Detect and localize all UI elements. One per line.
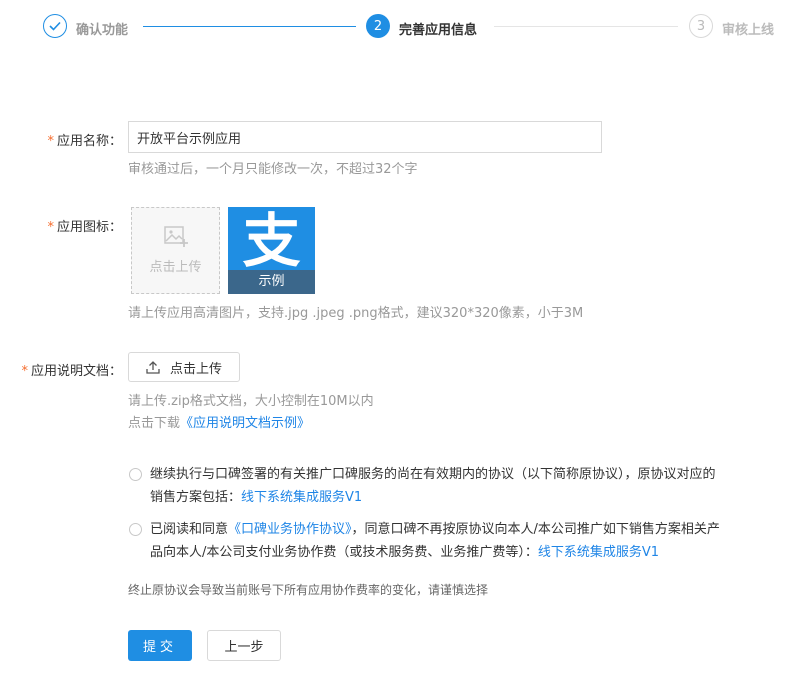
option-1-plan-link[interactable]: 线下系统集成服务V1 (241, 490, 362, 505)
alipay-logo-glyph: 支 (242, 207, 301, 275)
required-mark: * (47, 134, 54, 149)
step-connector (143, 26, 356, 27)
option-2-radio[interactable] (129, 523, 142, 536)
submit-button[interactable]: 提交 (128, 630, 192, 661)
app-name-hint: 审核通过后，一个月只能修改一次，不超过32个字 (128, 162, 418, 177)
app-doc-hint: 请上传.zip格式文档，大小控制在10M以内 (128, 394, 374, 409)
doc-sample-link[interactable]: 《应用说明文档示例》 (180, 416, 310, 431)
doc-download-line: 点击下载《应用说明文档示例》 (128, 412, 310, 431)
app-icon-label-text: 应用图标： (56, 220, 122, 235)
option-2-line2-prefix: 品向本人/本公司支付业务协作费（或技术服务费、业务推广费等）： (150, 545, 538, 560)
option-1-text: 继续执行与口碑签署的有关推广口碑服务的尚在有效期内的协议（以下简称原协议），原协… (150, 463, 790, 509)
app-name-label-text: 应用名称： (56, 134, 122, 149)
option-2-line1-prefix: 已阅读和同意 (150, 522, 229, 537)
app-icon-hint: 请上传应用高清图片，支持.jpg .jpeg .png格式，建议320*320像… (128, 306, 584, 321)
option-1-line2: 销售方案包括：线下系统集成服务V1 (150, 486, 790, 509)
step-connector (494, 26, 678, 27)
upload-icon (146, 360, 160, 374)
app-doc-label: * 应用说明文档： (21, 360, 122, 379)
step-1-label: 确认功能 (76, 23, 129, 38)
app-name-input[interactable] (128, 121, 602, 153)
option-2-line2: 品向本人/本公司支付业务协作费（或技术服务费、业务推广费等）：线下系统集成服务V… (150, 541, 790, 564)
app-name-label: * 应用名称： (47, 130, 122, 149)
doc-upload-label: 点击上传 (169, 361, 222, 377)
option-2-line1-suffix: ，同意口碑不再按原协议向本人/本公司推广如下销售方案相关产 (351, 522, 720, 537)
sample-caption: 示例 (228, 270, 315, 294)
option-2-line1: 已阅读和同意《口碑业务协作协议》，同意口碑不再按原协议向本人/本公司推广如下销售… (150, 518, 790, 541)
step-2-label: 完善应用信息 (399, 23, 478, 38)
step-3-number: 3 (689, 14, 713, 38)
icon-upload-box[interactable]: 点击上传 (131, 207, 220, 294)
back-button[interactable]: 上一步 (207, 630, 281, 661)
app-icon-label: * 应用图标： (47, 216, 122, 235)
doc-upload-button[interactable]: 点击上传 (128, 352, 240, 382)
sample-icon-image: 支 示例 (228, 207, 315, 294)
app-doc-label-text: 应用说明文档： (30, 364, 122, 379)
option-1-radio[interactable] (129, 468, 142, 481)
termination-warning: 终止原协议会导致当前账号下所有应用协作费率的变化，请谨慎选择 (128, 583, 489, 597)
required-mark: * (21, 364, 28, 379)
icon-upload-text: 点击上传 (149, 260, 202, 275)
option-1-line1: 继续执行与口碑签署的有关推广口碑服务的尚在有效期内的协议（以下简称原协议），原协… (150, 467, 716, 482)
step-1-check-icon (43, 14, 67, 38)
step-3-label: 审核上线 (722, 23, 775, 38)
option-1-line2-prefix: 销售方案包括： (150, 490, 242, 505)
doc-download-prefix: 点击下载 (128, 416, 181, 431)
image-upload-icon (163, 226, 188, 252)
option-2-text: 已阅读和同意《口碑业务协作协议》，同意口碑不再按原协议向本人/本公司推广如下销售… (150, 518, 790, 564)
koubei-agreement-link[interactable]: 《口碑业务协作协议》 (228, 522, 352, 537)
required-mark: * (47, 220, 54, 235)
option-2-plan-link[interactable]: 线下系统集成服务V1 (538, 545, 659, 560)
step-2-number: 2 (366, 14, 390, 38)
